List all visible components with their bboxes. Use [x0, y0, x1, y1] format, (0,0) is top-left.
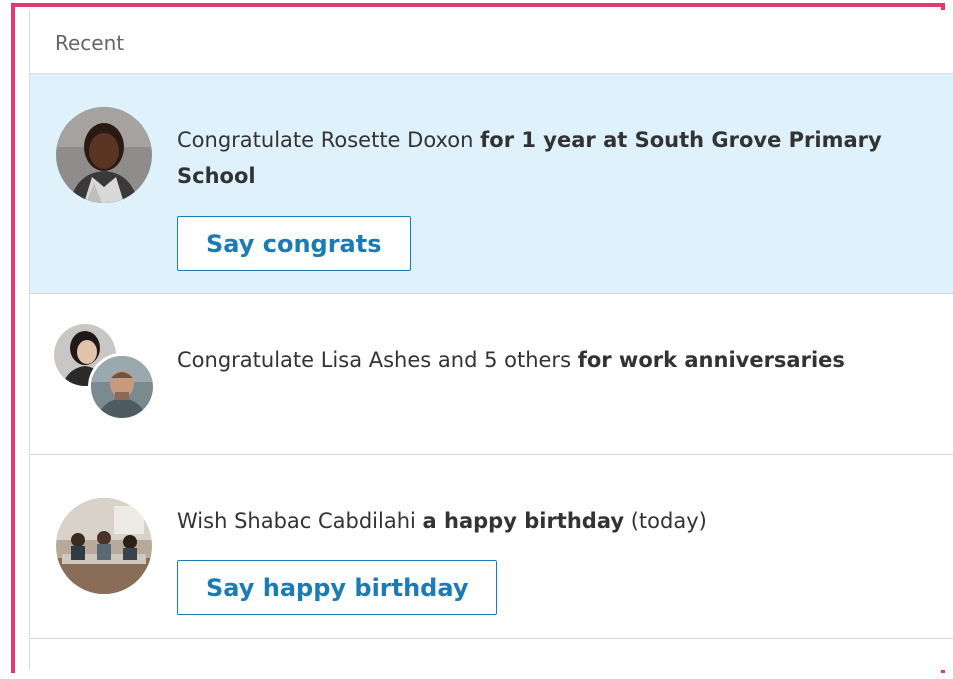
notification-item-work-anniversaries[interactable]: Congratulate Lisa Ashes and 5 others for… [30, 294, 953, 455]
section-title: Recent [55, 31, 125, 55]
avatar[interactable] [56, 107, 152, 203]
notification-item-birthday[interactable]: Wish Shabac Cabdilahi a happy birthday (… [30, 455, 953, 639]
say-happy-birthday-button[interactable]: Say happy birthday [177, 560, 498, 615]
notification-highlight: for work anniversaries [577, 348, 845, 372]
avatar[interactable] [88, 353, 156, 421]
notification-suffix: (today) [624, 509, 707, 533]
say-congrats-button[interactable]: Say congrats [177, 216, 411, 271]
notification-item-partial [30, 639, 953, 679]
profile-photo-woman [56, 107, 152, 203]
panel-header: Recent [30, 10, 953, 74]
notification-text: Congratulate Lisa Ashes and 5 others for… [177, 342, 897, 378]
notifications-panel: Recent Congratulate Rosette Doxon for 1 … [29, 10, 953, 670]
profile-photo-man [91, 356, 153, 418]
notification-prefix: Congratulate Lisa Ashes and 5 others [177, 348, 578, 372]
notification-prefix: Wish Shabac Cabdilahi [177, 509, 423, 533]
notification-highlight: a happy birthday [422, 509, 625, 533]
profile-photo-group [56, 498, 152, 594]
notification-item-work-anniversary[interactable]: Congratulate Rosette Doxon for 1 year at… [30, 74, 953, 294]
notification-prefix: Congratulate Rosette Doxon [177, 128, 481, 152]
avatar[interactable] [56, 498, 152, 594]
notification-text: Congratulate Rosette Doxon for 1 year at… [177, 122, 897, 194]
notification-text: Wish Shabac Cabdilahi a happy birthday (… [177, 503, 897, 539]
